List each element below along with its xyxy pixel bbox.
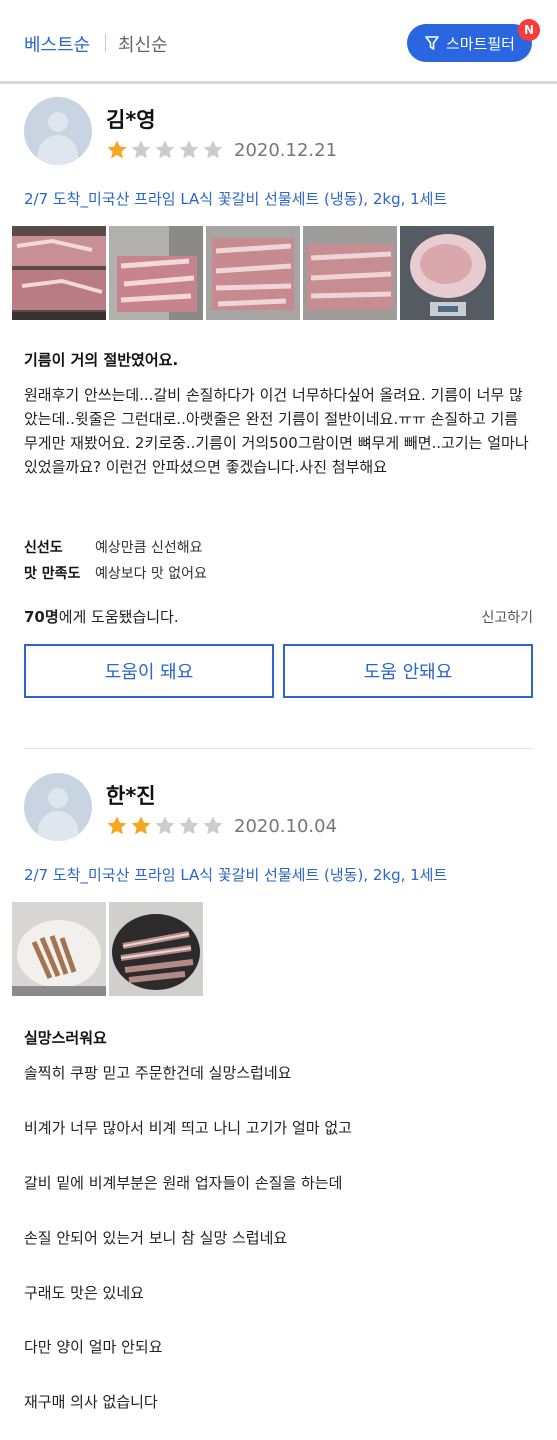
review-photo[interactable] [400,226,494,320]
sort-separator [105,34,106,52]
star-rating [106,139,224,161]
reviewer-name: 김*영 [106,108,156,132]
review-body: 원래후기 안쓰는데...갈비 손질하다가 이건 너무하다싶어 올려요. 기름이 … [24,386,529,476]
helpful-count: 70명 [24,608,59,626]
review-photo[interactable] [303,226,397,320]
review-paragraph: 갈비 밑에 비계부분은 원래 업자들이 손질을 하는데 [24,1174,343,1192]
review-divider [24,748,533,749]
review-date: 2020.10.04 [234,816,338,837]
product-option-link[interactable]: 2/7 도착_미국산 프라임 LA식 꽃갈비 선물세트 (냉동), 2kg, 1… [24,188,447,209]
review-photo[interactable] [109,902,203,996]
filter-icon [425,36,439,50]
review-headline: 기름이 거의 절반였어요. [24,351,179,369]
report-link[interactable]: 신고하기 [481,607,533,627]
review-photo[interactable] [206,226,300,320]
star-empty-icon [155,140,175,159]
taste-label: 맛 만족도 [24,566,81,582]
review-paragraph: 재구매 의사 없습니다 [24,1393,158,1411]
star-filled-icon [131,816,151,835]
freshness-value: 예상만큼 신선해요 [95,540,203,556]
star-empty-icon [179,140,199,159]
sort-tab-newest[interactable]: 최신순 [118,31,168,57]
smart-filter-label: 스마트필터 [445,34,515,53]
star-empty-icon [203,140,223,159]
star-rating [106,815,224,837]
review-paragraph: 구래도 맛은 있네요 [24,1284,144,1302]
helpful-suffix: 에게 도움됐습니다. [58,608,179,626]
star-empty-icon [131,140,151,159]
avatar [24,97,92,165]
review-photo[interactable] [12,226,106,320]
review-paragraph: 다만 양이 얼마 안되요 [24,1338,163,1356]
review-paragraph: 손질 안되어 있는거 보니 참 실망 스럽네요 [24,1229,288,1247]
reviewer-name: 한*진 [106,784,156,808]
freshness-label: 신선도 [24,540,63,556]
review-headline: 실망스러워요 [24,1029,107,1047]
review-paragraph: 비계가 너무 많아서 비계 띄고 나니 고기가 얼마 없고 [24,1119,352,1137]
review-photo[interactable] [109,226,203,320]
review-photos [12,902,203,996]
star-empty-icon [203,816,223,835]
star-empty-icon [155,816,175,835]
helpful-yes-button[interactable]: 도움이 돼요 [24,644,274,698]
taste-attribute: 맛 만족도 예상보다 맛 없어요 [24,563,207,583]
review-photos [12,226,494,320]
star-filled-icon [107,140,127,159]
avatar [24,773,92,841]
product-option-link[interactable]: 2/7 도착_미국산 프라임 LA식 꽃갈비 선물세트 (냉동), 2kg, 1… [24,864,447,885]
review-photo[interactable] [12,902,106,996]
helpful-count-text: 70명에게 도움됐습니다. [24,606,179,627]
new-badge: N [518,19,540,41]
sort-bar: 베스트순 최신순 스마트필터 N [0,0,557,84]
freshness-attribute: 신선도 예상만큼 신선해요 [24,537,203,557]
review-date: 2020.12.21 [234,140,338,161]
taste-value: 예상보다 맛 없어요 [95,566,207,582]
smart-filter-button[interactable]: 스마트필터 [407,24,532,62]
helpful-no-button[interactable]: 도움 안돼요 [283,644,533,698]
sort-tab-best[interactable]: 베스트순 [24,31,90,57]
review-paragraph: 솔찍히 쿠팡 믿고 주문한건데 실망스럽네요 [24,1064,292,1082]
star-empty-icon [179,816,199,835]
star-filled-icon [107,816,127,835]
